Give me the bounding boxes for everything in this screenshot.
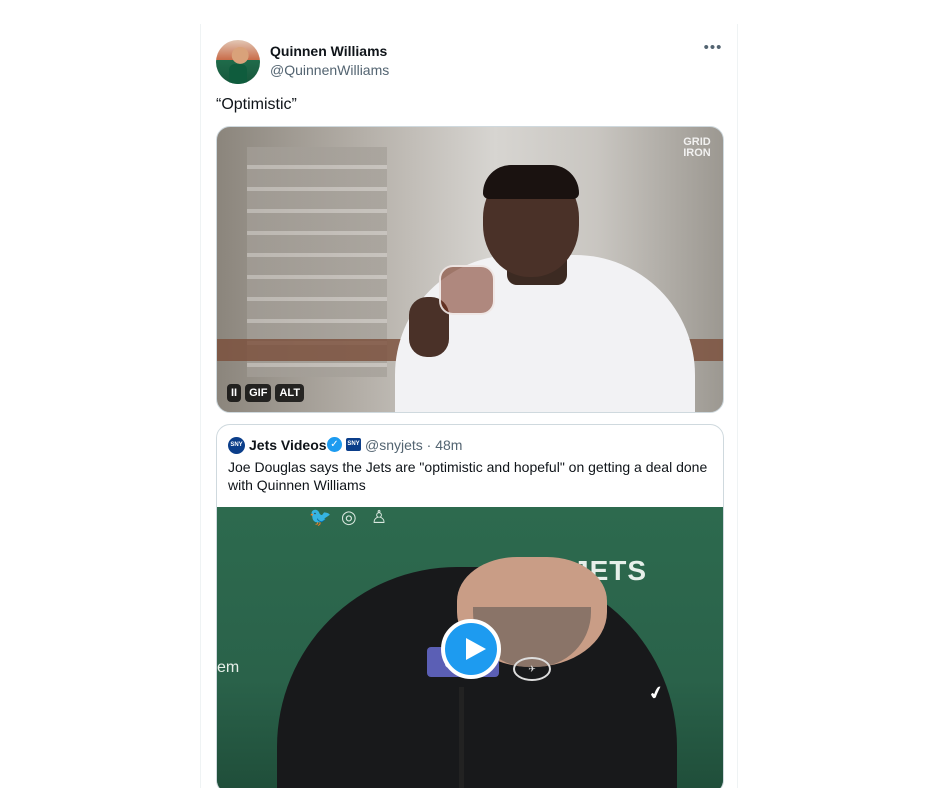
backdrop-side-text: em [217, 659, 240, 676]
snapchat-icon: ♙ [371, 507, 388, 527]
more-horizontal-icon[interactable]: ••• [703, 40, 723, 57]
author-handle[interactable]: @QuinnenWilliams [270, 62, 389, 78]
tweet-card[interactable]: Quinnen Williams @QuinnenWilliams ••• “O… [200, 24, 738, 788]
quoted-author-name[interactable]: Jets Videos [249, 437, 327, 453]
pause-button[interactable]: II [227, 384, 242, 402]
gif-controls: II GIF ALT [227, 384, 305, 402]
quoted-tweet[interactable]: SNY Jets Videos ✓ SNY @snyjets · 48m Joe… [216, 424, 724, 788]
quoted-handle-time[interactable]: @snyjets · 48m [365, 437, 462, 453]
tweet-text: “Optimistic” [216, 96, 297, 113]
twitter-icon: 🐦 [309, 507, 332, 527]
tweet-gif[interactable]: GRID IRON II GIF ALT [216, 126, 724, 413]
microphone-icon [459, 687, 464, 788]
instagram-icon: ◎ [341, 507, 357, 527]
alt-button[interactable]: ALT [275, 384, 305, 402]
gif-badge: GIF [245, 384, 272, 402]
teacup [439, 265, 495, 315]
affiliate-badge: SNY [346, 438, 361, 451]
quoted-video[interactable]: 🐦 ◎ ♙ JETS em SNY ✈ ✔ [217, 507, 723, 788]
jets-logo-icon: ✈ [513, 657, 551, 681]
verified-icon: ✓ [327, 437, 342, 452]
quoted-text: Joe Douglas says the Jets are "optimisti… [228, 459, 708, 493]
gif-watermark: GRID IRON [683, 136, 711, 159]
quoted-avatar[interactable]: SNY [228, 437, 245, 454]
author-avatar[interactable] [216, 40, 260, 84]
play-icon[interactable] [441, 619, 501, 679]
author-name[interactable]: Quinnen Williams [270, 43, 387, 59]
